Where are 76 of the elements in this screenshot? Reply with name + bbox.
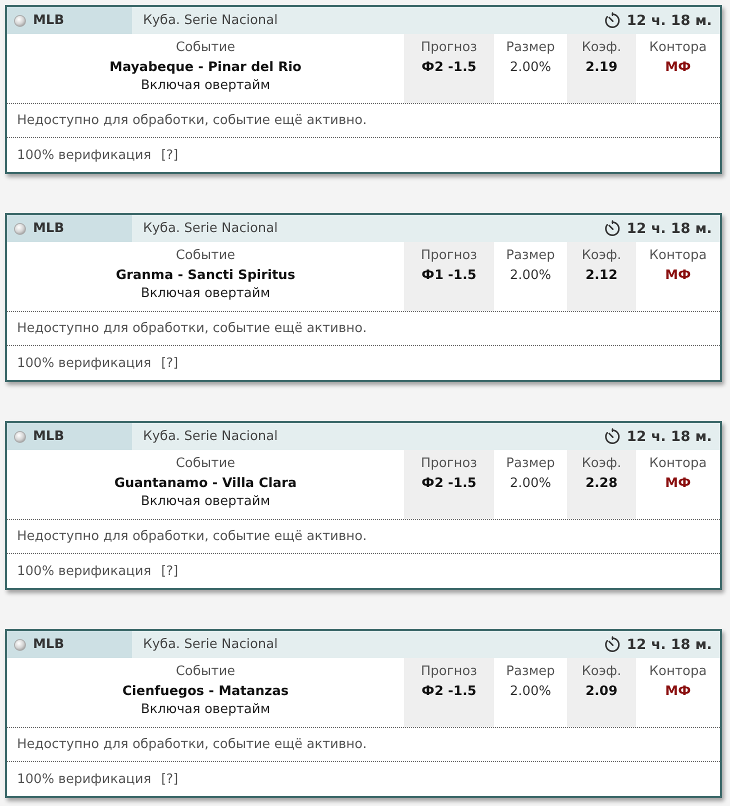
event-teams: Granma - Sancti Spiritus [116, 267, 296, 285]
event-note: Включая овертайм [140, 494, 270, 509]
column-heading: Контора [649, 39, 707, 56]
event-note: Включая овертайм [140, 702, 270, 717]
odds-value: 2.12 [585, 267, 618, 285]
event-note: Включая овертайм [140, 78, 270, 93]
stopwatch-icon [604, 428, 621, 445]
verification-label: 100% верификация [17, 772, 152, 786]
status-message: Недоступно для обработки, событие ещё активно. [17, 529, 367, 544]
verification-label: 100% верификация [17, 148, 152, 162]
status-message: Недоступно для обработки, событие ещё активно. [17, 113, 367, 128]
column-heading: Событие [176, 247, 236, 264]
stake-value: 2.00% [510, 59, 552, 77]
bookmaker-value: МФ [665, 475, 691, 493]
time-left-text: 12 ч. 18 м. [626, 428, 712, 444]
bookmaker-value: МФ [665, 59, 691, 77]
column-heading: Контора [649, 663, 707, 680]
league-label: MLB [33, 637, 64, 652]
column-heading: Событие [176, 663, 236, 680]
stake-value: 2.00% [510, 475, 552, 493]
column-heading: Контора [649, 247, 707, 264]
league-label: MLB [33, 221, 64, 236]
time-left-text: 12 ч. 18 м. [626, 12, 712, 28]
column-heading: Прогноз [420, 39, 478, 56]
column-heading: Размер [506, 39, 555, 56]
status-ball-icon [14, 14, 26, 26]
column-heading: Коэф. [582, 247, 622, 264]
forecast-value: Ф2 -1.5 [422, 683, 476, 701]
column-heading: Контора [649, 455, 707, 472]
forecast-value: Ф1 -1.5 [422, 267, 476, 285]
event-teams: Guantanamo - Villa Clara [114, 475, 297, 493]
odds-value: 2.09 [585, 683, 618, 701]
column-heading: Прогноз [420, 247, 478, 264]
stopwatch-icon [604, 220, 621, 237]
odds-value: 2.19 [585, 59, 618, 77]
time-left-text: 12 ч. 18 м. [626, 636, 712, 652]
event-teams: Cienfuegos - Matanzas [122, 683, 289, 701]
league-label: MLB [33, 13, 64, 28]
tournament-label: Куба. Serie Nacional [143, 13, 279, 28]
stopwatch-icon [604, 636, 621, 653]
status-ball-icon [14, 430, 26, 442]
tournament-label: Куба. Serie Nacional [143, 637, 279, 652]
tournament-label: Куба. Serie Nacional [143, 221, 279, 236]
help-link[interactable]: [?] [161, 356, 178, 370]
column-heading: Коэф. [582, 455, 622, 472]
column-heading: Прогноз [420, 455, 478, 472]
verification-label: 100% верификация [17, 356, 152, 370]
odds-value: 2.28 [585, 475, 618, 493]
forecast-value: Ф2 -1.5 [422, 59, 476, 77]
column-heading: Событие [176, 39, 236, 56]
column-heading: Размер [506, 455, 555, 472]
column-heading: Размер [506, 247, 555, 264]
status-ball-icon [14, 222, 26, 234]
column-heading: Коэф. [582, 39, 622, 56]
event-teams: Mayabeque - Pinar del Rio [110, 59, 302, 77]
bookmaker-value: МФ [665, 683, 691, 701]
stake-value: 2.00% [510, 683, 552, 701]
league-label: MLB [33, 429, 64, 444]
stopwatch-icon [604, 12, 621, 29]
forecast-value: Ф2 -1.5 [422, 475, 476, 493]
status-message: Недоступно для обработки, событие ещё активно. [17, 321, 367, 336]
help-link[interactable]: [?] [161, 564, 178, 578]
help-link[interactable]: [?] [161, 148, 178, 162]
event-note: Включая овертайм [140, 286, 270, 301]
status-ball-icon [14, 638, 26, 650]
column-heading: Событие [176, 455, 236, 472]
verification-label: 100% верификация [17, 564, 152, 578]
column-heading: Прогноз [420, 663, 478, 680]
help-link[interactable]: [?] [161, 772, 178, 786]
column-heading: Размер [506, 663, 555, 680]
time-left-text: 12 ч. 18 м. [626, 220, 712, 236]
tournament-label: Куба. Serie Nacional [143, 429, 279, 444]
column-heading: Коэф. [582, 663, 622, 680]
stake-value: 2.00% [510, 267, 552, 285]
status-message: Недоступно для обработки, событие ещё активно. [17, 737, 367, 752]
bookmaker-value: МФ [665, 267, 691, 285]
